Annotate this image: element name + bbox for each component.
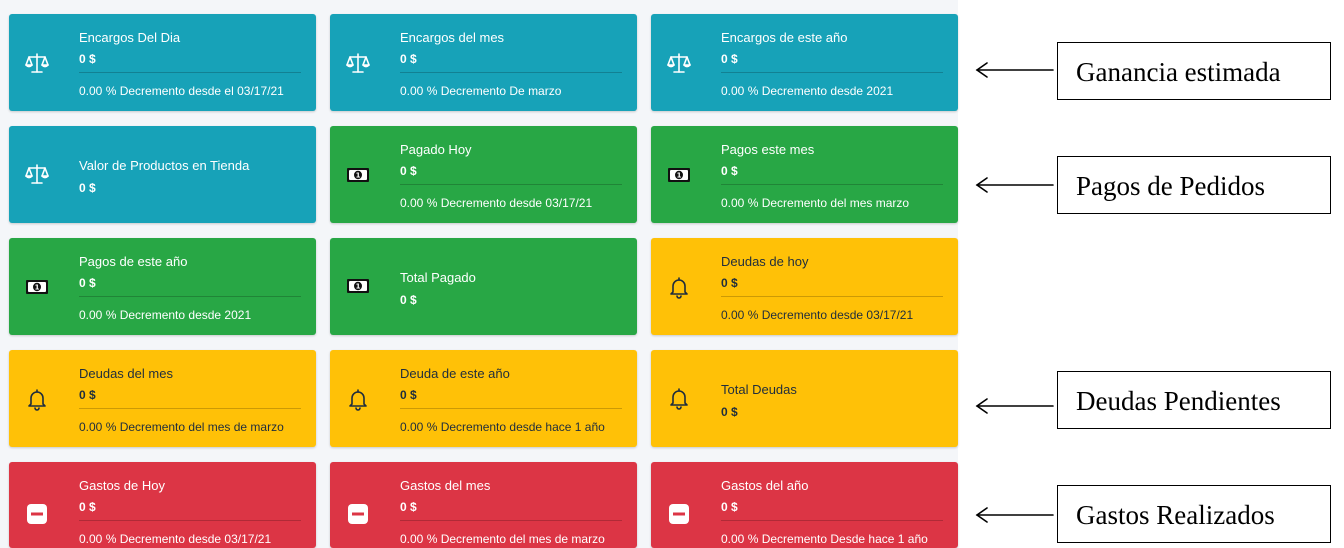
scale-icon — [25, 162, 49, 186]
card-value: 0 $ — [79, 500, 96, 514]
card-title: Valor de Productos en Tienda — [79, 158, 250, 173]
card-value: 0 $ — [721, 52, 738, 66]
svg-text:1: 1 — [356, 283, 361, 291]
card-divider — [721, 520, 943, 521]
card-title: Encargos del mes — [400, 30, 505, 45]
card-divider — [721, 184, 943, 185]
card-footer: 0.00 % Decremento desde 03/17/21 — [79, 532, 272, 546]
card-divider — [400, 520, 622, 521]
card-footer: 0.00 % Decremento Desde hace 1 año — [721, 532, 928, 546]
card-encargos-anio[interactable]: Encargos de este año 0 $ 0.00 % Decremen… — [651, 14, 958, 111]
card-divider — [400, 408, 622, 409]
card-gastos-anio[interactable]: Gastos del año 0 $ 0.00 % Decremento Des… — [651, 462, 958, 548]
card-title: Gastos del mes — [400, 478, 491, 493]
card-value: 0 $ — [79, 388, 96, 402]
card-value: 0 $ — [79, 52, 96, 66]
card-footer: 0.00 % Decremento del mes de marzo — [400, 532, 605, 546]
card-divider — [79, 72, 301, 73]
card-footer: 0.00 % Decremento desde hace 1 año — [400, 420, 605, 434]
card-value: 0 $ — [721, 500, 738, 514]
card-title: Deudas de hoy — [721, 254, 809, 269]
card-pagos-mes[interactable]: 1 Pagos este mes 0 $ 0.00 % Decremento d… — [651, 126, 958, 223]
bell-icon — [667, 275, 691, 299]
card-footer: 0.00 % Decremento del mes de marzo — [79, 420, 284, 434]
bell-icon — [25, 387, 49, 411]
money-bill-icon: 1 — [346, 274, 370, 298]
card-divider — [721, 296, 943, 297]
card-pagado-hoy[interactable]: 1 Pagado Hoy 0 $ 0.00 % Decremento desde… — [330, 126, 637, 223]
money-bill-icon: 1 — [25, 275, 49, 299]
arrow-left-icon — [975, 505, 1055, 525]
card-divider — [79, 296, 301, 297]
card-footer: 0.00 % Decremento del mes marzo — [721, 196, 910, 210]
card-value: 0 $ — [400, 293, 417, 307]
card-divider — [79, 520, 301, 521]
card-deuda-anio[interactable]: Deuda de este año 0 $ 0.00 % Decremento … — [330, 350, 637, 447]
card-title: Deudas del mes — [79, 366, 173, 381]
card-title: Total Pagado — [400, 270, 476, 285]
card-divider — [400, 72, 622, 73]
card-divider — [79, 408, 301, 409]
minus-square-icon — [667, 502, 691, 526]
card-value: 0 $ — [79, 276, 96, 290]
card-title: Pagado Hoy — [400, 142, 472, 157]
card-pagos-anio[interactable]: 1 Pagos de este año 0 $ 0.00 % Decrement… — [9, 238, 316, 335]
bell-icon — [346, 387, 370, 411]
svg-text:1: 1 — [356, 172, 361, 180]
arrow-left-icon — [975, 175, 1055, 195]
card-gastos-hoy[interactable]: Gastos de Hoy 0 $ 0.00 % Decremento desd… — [9, 462, 316, 548]
scale-icon — [25, 51, 49, 75]
card-footer: 0.00 % Decremento desde 03/17/21 — [400, 196, 593, 210]
dashboard-grid: Encargos Del Dia 0 $ 0.00 % Decremento d… — [0, 0, 958, 548]
card-encargos-dia[interactable]: Encargos Del Dia 0 $ 0.00 % Decremento d… — [9, 14, 316, 111]
arrow-left-icon — [975, 60, 1055, 80]
card-title: Pagos este mes — [721, 142, 815, 157]
card-encargos-mes[interactable]: Encargos del mes 0 $ 0.00 % Decremento D… — [330, 14, 637, 111]
card-total-pagado[interactable]: 1 Total Pagado 0 $ — [330, 238, 637, 335]
minus-square-icon — [25, 502, 49, 526]
card-deudas-hoy[interactable]: Deudas de hoy 0 $ 0.00 % Decremento desd… — [651, 238, 958, 335]
card-gastos-mes[interactable]: Gastos del mes 0 $ 0.00 % Decremento del… — [330, 462, 637, 548]
card-title: Encargos Del Dia — [79, 30, 181, 45]
card-divider — [721, 72, 943, 73]
card-deudas-mes[interactable]: Deudas del mes 0 $ 0.00 % Decremento del… — [9, 350, 316, 447]
minus-square-icon — [346, 502, 370, 526]
card-footer: 0.00 % Decremento desde 03/17/21 — [721, 308, 914, 322]
card-footer: 0.00 % Decremento desde 2021 — [721, 84, 894, 98]
bell-icon — [667, 386, 691, 410]
scale-icon — [346, 51, 370, 75]
arrow-left-icon — [975, 396, 1055, 416]
card-valor-productos[interactable]: Valor de Productos en Tienda 0 $ — [9, 126, 316, 223]
scale-icon — [667, 51, 691, 75]
money-bill-icon: 1 — [667, 163, 691, 187]
svg-text:1: 1 — [35, 284, 40, 292]
card-title: Gastos del año — [721, 478, 809, 493]
card-footer: 0.00 % Decremento De marzo — [400, 84, 562, 98]
card-value: 0 $ — [400, 164, 417, 178]
card-value: 0 $ — [400, 52, 417, 66]
card-value: 0 $ — [721, 276, 738, 290]
annotation-deudas-pendientes: Deudas Pendientes — [1057, 371, 1331, 429]
card-value: 0 $ — [400, 388, 417, 402]
card-value: 0 $ — [400, 500, 417, 514]
card-footer: 0.00 % Decremento desde el 03/17/21 — [79, 84, 284, 98]
card-value: 0 $ — [79, 181, 96, 195]
annotation-gastos-realizados: Gastos Realizados — [1057, 485, 1331, 543]
card-title: Pagos de este año — [79, 254, 188, 269]
card-title: Deuda de este año — [400, 366, 510, 381]
annotation-pagos-de-pedidos: Pagos de Pedidos — [1057, 156, 1331, 214]
card-total-deudas[interactable]: Total Deudas 0 $ — [651, 350, 958, 447]
money-bill-icon: 1 — [346, 163, 370, 187]
card-divider — [400, 184, 622, 185]
annotation-ganancia-estimada: Ganancia estimada — [1057, 42, 1331, 100]
card-title: Gastos de Hoy — [79, 478, 165, 493]
card-value: 0 $ — [721, 405, 738, 419]
card-footer: 0.00 % Decremento desde 2021 — [79, 308, 252, 322]
card-value: 0 $ — [721, 164, 738, 178]
card-title: Encargos de este año — [721, 30, 848, 45]
card-title: Total Deudas — [721, 382, 797, 397]
svg-text:1: 1 — [677, 172, 682, 180]
